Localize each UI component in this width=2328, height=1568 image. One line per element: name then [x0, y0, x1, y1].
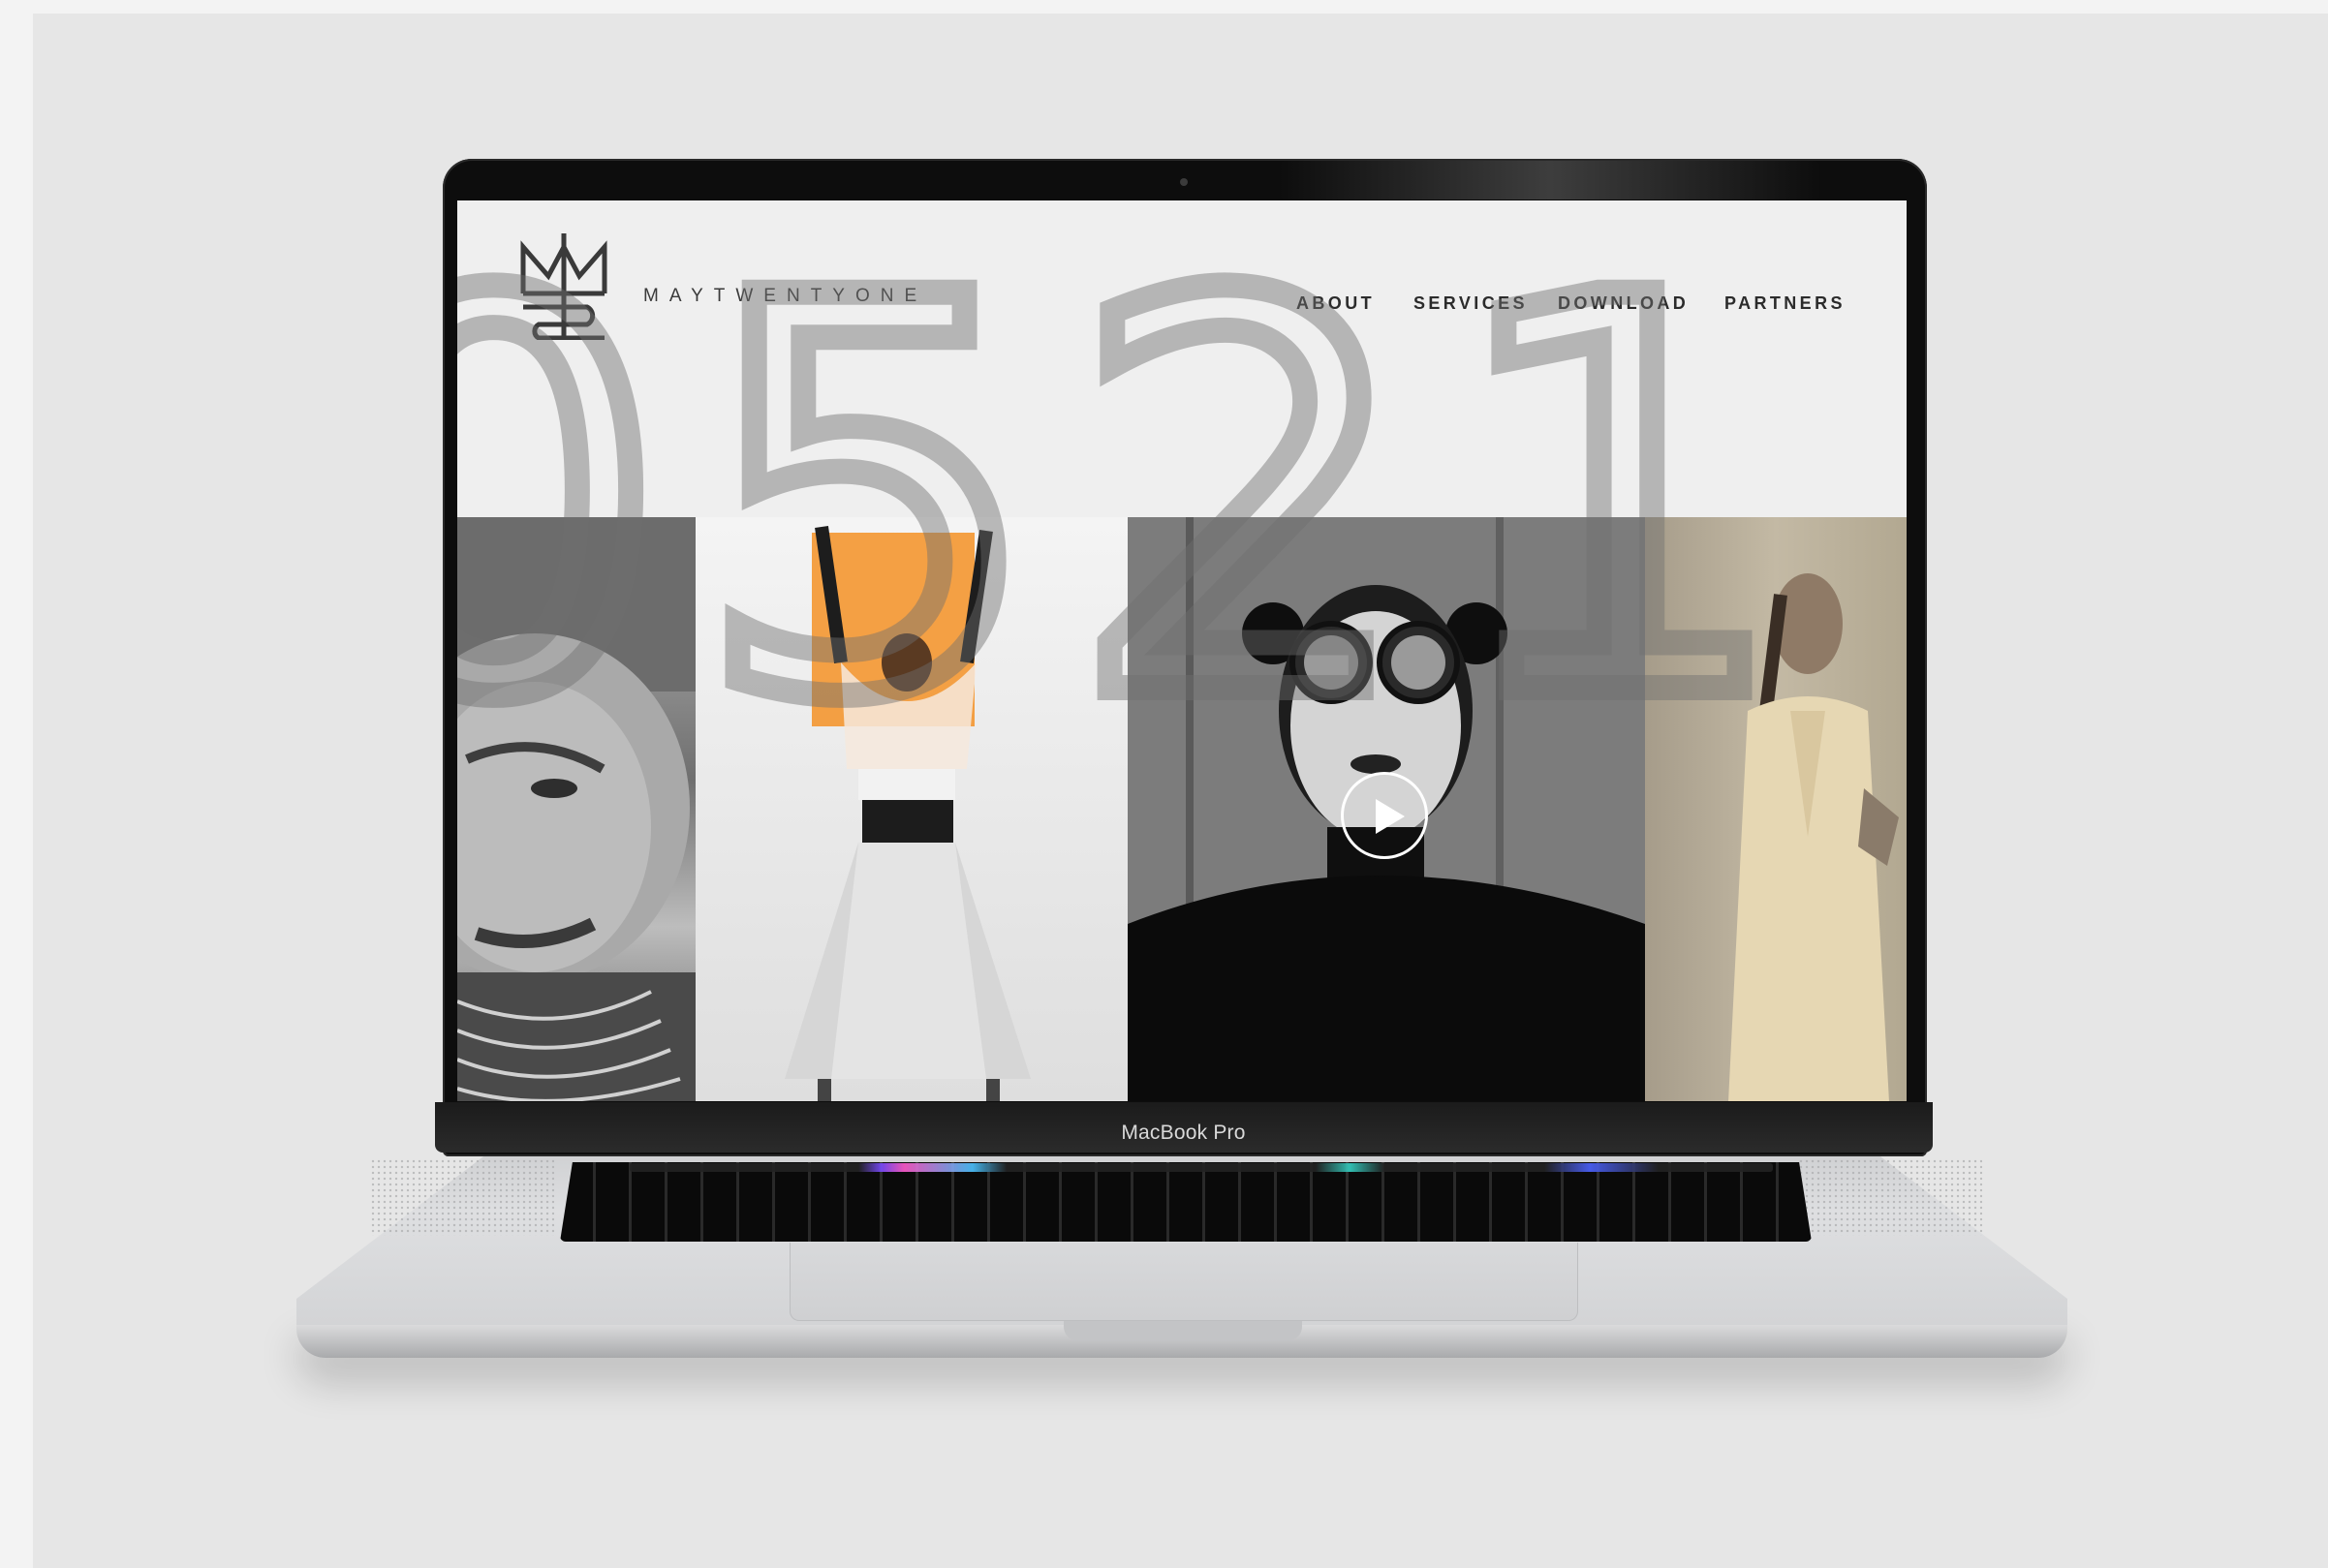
gallery-photo-1 [457, 517, 696, 1101]
gallery-photo-2 [696, 517, 1128, 1101]
woman-coat-image [1728, 573, 1899, 1101]
keyboard [560, 1162, 1812, 1242]
website-screen: MAYTWENTYONE ABOUT SERVICES DOWNLOAD PAR… [457, 200, 1907, 1101]
laptop-opening-notch [1064, 1321, 1302, 1340]
nav-about[interactable]: ABOUT [1296, 293, 1375, 314]
touch-bar [630, 1163, 1773, 1172]
nav-services[interactable]: SERVICES [1413, 293, 1528, 314]
brand-name[interactable]: MAYTWENTYONE [643, 286, 927, 307]
play-icon [1376, 799, 1405, 834]
page-top-border [0, 0, 2328, 14]
gallery-photo-4 [1645, 517, 1907, 1101]
speaker-grille-right [1798, 1158, 1982, 1236]
device-label: MacBook Pro [1121, 1122, 1246, 1144]
camera-icon [1180, 178, 1188, 186]
nav-download[interactable]: DOWNLOAD [1558, 293, 1689, 314]
nav-partners[interactable]: PARTNERS [1724, 293, 1846, 314]
video-play-button[interactable] [1341, 772, 1428, 859]
portrait-closeup-image [457, 517, 696, 1101]
trackpad [790, 1243, 1578, 1321]
dancer-image [785, 526, 1031, 1101]
speaker-grille-left [370, 1158, 554, 1236]
brand-logo-icon[interactable] [519, 233, 608, 340]
page-left-border [0, 0, 33, 1568]
lid-reflection [1279, 161, 1821, 200]
